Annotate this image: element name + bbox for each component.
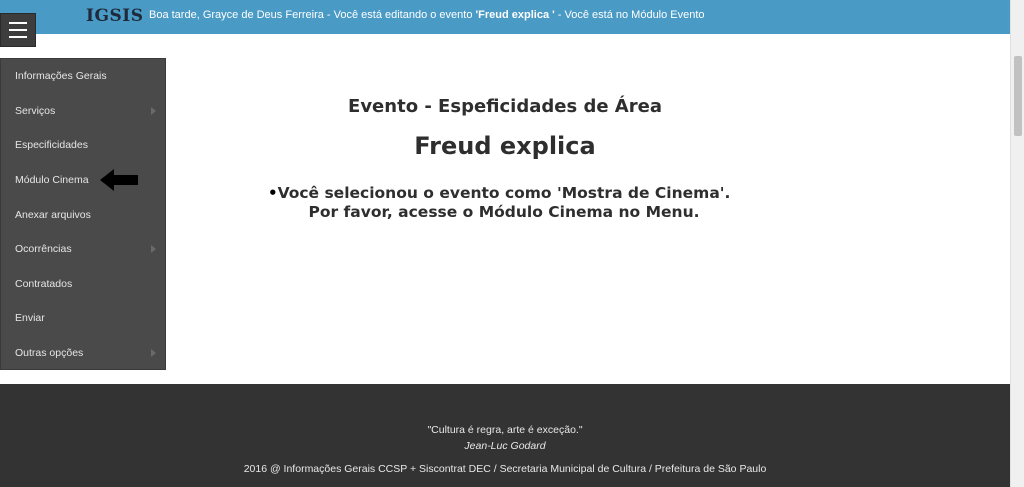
sidebar-item-enviar[interactable]: Enviar bbox=[1, 301, 165, 336]
greeting-prefix: Boa tarde, Grayce de Deus Ferreira - Voc… bbox=[149, 9, 476, 21]
footer-copyright: 2016 @ Informações Gerais CCSP + Siscont… bbox=[243, 463, 767, 475]
sidebar-item-servicos[interactable]: Serviços bbox=[1, 94, 165, 129]
arrow-left-icon bbox=[100, 169, 138, 191]
sidebar-menu: Informações Gerais Serviços Especificida… bbox=[0, 58, 166, 370]
main-content: Evento - Espeficidades de Área Freud exp… bbox=[166, 34, 1010, 384]
sidebar-item-label: Outras opções bbox=[15, 347, 84, 360]
greeting-text: Boa tarde, Grayce de Deus Ferreira - Voc… bbox=[149, 9, 705, 21]
vertical-scrollbar[interactable] bbox=[1010, 0, 1024, 487]
notice-text: Você selecionou o evento como 'Mostra de… bbox=[277, 184, 731, 221]
caret-right-icon bbox=[151, 106, 156, 115]
sidebar-item-especificidades[interactable]: Especificidades bbox=[1, 128, 165, 163]
sidebar-item-informacoes-gerais[interactable]: Informações Gerais bbox=[1, 59, 165, 94]
caret-right-icon bbox=[151, 245, 156, 254]
footer-quote: "Cultura é regra, arte é exceção." bbox=[427, 424, 583, 436]
hamburger-line bbox=[9, 22, 27, 24]
igsis-logo[interactable]: IGSIS bbox=[86, 6, 143, 26]
caret-right-icon bbox=[151, 349, 156, 358]
hamburger-line bbox=[9, 36, 27, 38]
menu-toggle-button[interactable] bbox=[0, 13, 36, 47]
sidebar-item-label: Anexar arquivos bbox=[15, 208, 91, 221]
sidebar-item-anexar-arquivos[interactable]: Anexar arquivos bbox=[1, 197, 165, 232]
sidebar-item-outras-opcoes[interactable]: Outras opções bbox=[1, 336, 165, 371]
footer: "Cultura é regra, arte é exceção." Jean-… bbox=[0, 384, 1010, 487]
sidebar-item-label: Enviar bbox=[15, 312, 45, 325]
sidebar-item-label: Informações Gerais bbox=[15, 70, 107, 83]
bullet-icon: • bbox=[268, 184, 278, 202]
sidebar-item-modulo-cinema[interactable]: Módulo Cinema bbox=[1, 163, 165, 198]
greeting-event: 'Freud explica ' bbox=[475, 9, 555, 21]
event-name: Freud explica bbox=[414, 132, 596, 160]
top-bar: IGSIS Boa tarde, Grayce de Deus Ferreira… bbox=[0, 0, 1010, 34]
sidebar-item-label: Especificidades bbox=[15, 139, 88, 152]
sidebar-item-label: Serviços bbox=[15, 104, 56, 117]
sidebar-item-label: Contratados bbox=[15, 277, 73, 290]
sidebar-item-contratados[interactable]: Contratados bbox=[1, 267, 165, 302]
footer-quote-author: Jean-Luc Godard bbox=[464, 440, 546, 452]
greeting-suffix: - Você está no Módulo Evento bbox=[554, 9, 705, 21]
page-title: Evento - Espeficidades de Área bbox=[348, 96, 662, 117]
sidebar-item-label: Ocorrências bbox=[15, 243, 72, 256]
notice-message: • Você selecionou o evento como 'Mostra … bbox=[268, 184, 734, 222]
sidebar-item-label: Módulo Cinema bbox=[15, 174, 89, 187]
hamburger-line bbox=[9, 29, 27, 31]
scrollbar-thumb[interactable] bbox=[1014, 56, 1022, 136]
sidebar-item-ocorrencias[interactable]: Ocorrências bbox=[1, 232, 165, 267]
